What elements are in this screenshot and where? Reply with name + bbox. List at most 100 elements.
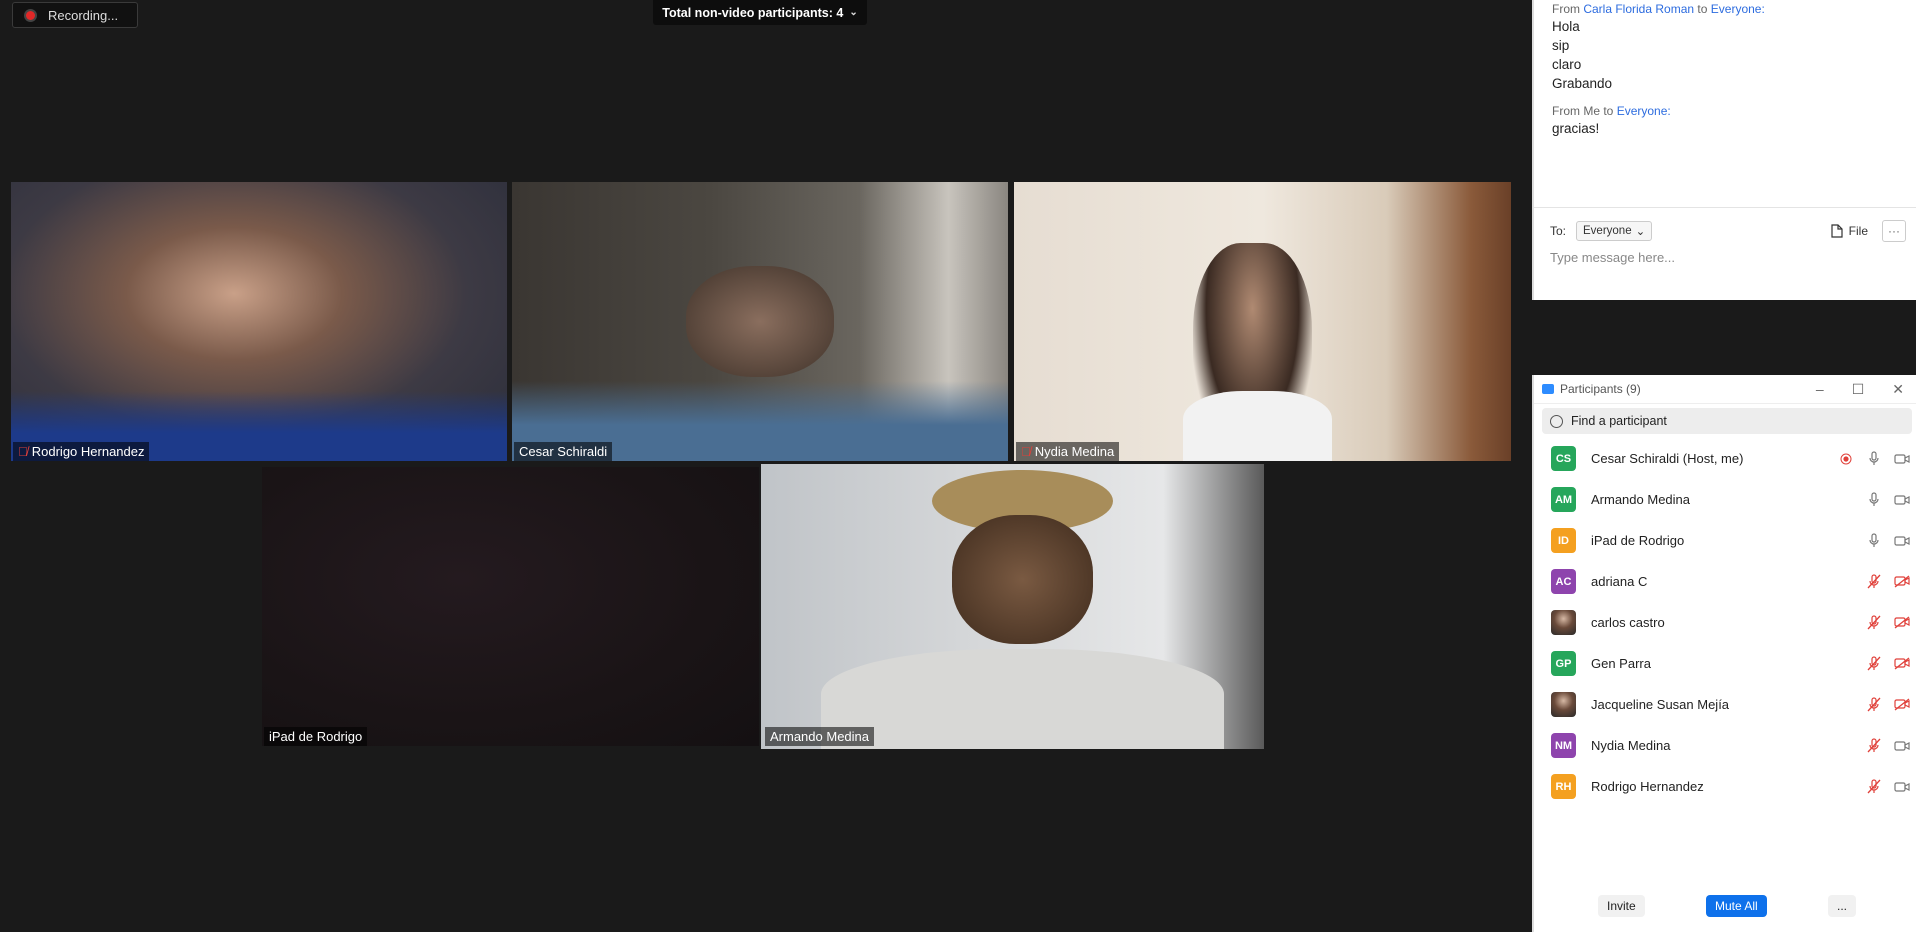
microphone-muted-icon[interactable] xyxy=(1866,779,1882,795)
video-camera-icon[interactable] xyxy=(1894,533,1910,549)
video-camera-off-icon[interactable] xyxy=(1894,656,1910,672)
participants-title-bar: Participants (9) – ☐ ✕ xyxy=(1534,375,1916,404)
video-tile-cesar-schiraldi[interactable]: Cesar Schiraldi xyxy=(512,182,1008,461)
file-label: File xyxy=(1848,224,1868,238)
participant-row[interactable]: GP Gen Parra xyxy=(1534,643,1916,684)
more-options-button[interactable]: ... xyxy=(1828,895,1857,917)
video-tile-ipad-de-rodrigo[interactable]: iPad de Rodrigo xyxy=(262,467,759,746)
microphone-icon[interactable] xyxy=(1866,492,1882,508)
avatar: CS xyxy=(1551,446,1576,471)
tile-name: Nydia Medina xyxy=(1034,444,1115,459)
chat-recipient-bar: To: Everyone ⌄ File ··· xyxy=(1550,220,1906,242)
chat-message-input[interactable]: Type message here... xyxy=(1550,250,1906,265)
participant-row[interactable]: NM Nydia Medina xyxy=(1534,725,1916,766)
to-label: To: xyxy=(1550,224,1567,238)
video-camera-off-icon[interactable] xyxy=(1894,574,1910,590)
participant-status-icons xyxy=(1866,779,1910,795)
participant-status-icons xyxy=(1866,697,1910,713)
to-word: to xyxy=(1697,2,1708,16)
video-tile-nydia-medina[interactable]: 🎙̸ Nydia Medina xyxy=(1014,182,1511,461)
recipient-link[interactable]: Everyone: xyxy=(1711,2,1765,16)
chat-message-header: From Carla Florida Roman to Everyone: xyxy=(1552,2,1908,16)
video-tile-rodrigo-hernandez[interactable]: 🎙̸ Rodrigo Hernandez xyxy=(11,182,507,461)
chat-message-line: gracias! xyxy=(1552,121,1600,136)
tile-name: Cesar Schiraldi xyxy=(519,444,608,459)
video-feed xyxy=(262,467,759,746)
video-camera-off-icon[interactable] xyxy=(1894,615,1910,631)
recording-dot-icon xyxy=(26,10,35,20)
recording-icon xyxy=(1838,451,1854,467)
avatar: AM xyxy=(1551,487,1576,512)
chat-message-line: sip xyxy=(1552,38,1570,53)
mute-all-button[interactable]: Mute All xyxy=(1706,895,1767,917)
zoom-logo-icon xyxy=(1542,384,1554,394)
search-placeholder: Find a participant xyxy=(1571,414,1667,428)
from-label: From xyxy=(1552,2,1580,16)
participants-list: CS Cesar Schiraldi (Host, me) AM Armando Me… xyxy=(1534,438,1916,807)
chat-message-line: Grabando xyxy=(1552,76,1613,91)
chat-messages: From Carla Florida Roman to Everyone: Ho… xyxy=(1552,0,1908,205)
face-shape xyxy=(952,515,1093,644)
tile-name: Rodrigo Hernandez xyxy=(31,444,145,459)
participant-name: iPad de Rodrigo xyxy=(1591,533,1685,548)
participant-search-input[interactable]: Find a participant xyxy=(1542,408,1912,434)
video-camera-icon[interactable] xyxy=(1894,738,1910,754)
participant-name: adriana C xyxy=(1591,574,1648,589)
participant-row[interactable]: AC adriana C xyxy=(1534,561,1916,602)
participant-status-icons xyxy=(1866,738,1910,754)
participant-row[interactable]: carlos castro xyxy=(1534,602,1916,643)
microphone-muted-icon[interactable] xyxy=(1866,656,1882,672)
microphone-muted-icon[interactable] xyxy=(1866,697,1882,713)
video-camera-icon[interactable] xyxy=(1894,492,1910,508)
shirt-shape xyxy=(1182,391,1333,461)
chevron-down-icon: ⌄ xyxy=(1635,226,1646,238)
participants-footer: Invite Mute All ... xyxy=(1534,894,1916,918)
microphone-icon[interactable] xyxy=(1866,451,1882,467)
microphone-muted-icon[interactable] xyxy=(1866,738,1882,754)
recording-indicator[interactable]: Recording... xyxy=(12,2,138,28)
window-controls: – ☐ ✕ xyxy=(1816,381,1916,398)
microphone-icon[interactable] xyxy=(1866,533,1882,549)
chat-message-line: Hola xyxy=(1552,19,1580,34)
microphone-muted-icon[interactable] xyxy=(1866,615,1882,631)
non-video-participants-label: Total non-video participants: 4 xyxy=(662,5,844,20)
chevron-down-icon: ⌄ xyxy=(849,7,858,18)
shirt-shape xyxy=(821,649,1224,749)
recording-label: Recording... xyxy=(48,7,119,23)
participant-name: Armando Medina xyxy=(1591,492,1690,507)
participant-row[interactable]: AM Armando Medina xyxy=(1534,479,1916,520)
chat-more-button[interactable]: ··· xyxy=(1882,220,1906,242)
participant-row[interactable]: ID iPad de Rodrigo xyxy=(1534,520,1916,561)
video-camera-off-icon[interactable] xyxy=(1894,697,1910,713)
chat-message-line: claro xyxy=(1552,57,1582,72)
avatar xyxy=(1551,610,1576,635)
microphone-muted-icon[interactable] xyxy=(1866,574,1882,590)
video-tile-armando-medina[interactable]: Armando Medina xyxy=(761,464,1264,749)
invite-button[interactable]: Invite xyxy=(1598,895,1645,917)
maximize-icon[interactable]: ☐ xyxy=(1852,381,1865,398)
tile-name-tag: Cesar Schiraldi xyxy=(514,442,613,461)
tile-name-tag: iPad de Rodrigo xyxy=(264,727,368,746)
participant-row[interactable]: CS Cesar Schiraldi (Host, me) xyxy=(1534,438,1916,479)
avatar: AC xyxy=(1551,569,1576,594)
recipient-link[interactable]: Everyone: xyxy=(1617,104,1671,118)
avatar: ID xyxy=(1551,528,1576,553)
divider xyxy=(1534,207,1916,208)
tile-name-tag: 🎙̸ Rodrigo Hernandez xyxy=(13,442,150,461)
recipient-value: Everyone xyxy=(1583,225,1632,237)
close-icon[interactable]: ✕ xyxy=(1892,381,1904,398)
non-video-participants-button[interactable]: Total non-video participants: 4 ⌄ xyxy=(653,0,867,25)
chat-panel: From Carla Florida Roman to Everyone: Ho… xyxy=(1532,0,1916,300)
from-label: From Me to xyxy=(1552,104,1614,118)
participants-panel: Participants (9) – ☐ ✕ Find a participan… xyxy=(1532,375,1916,932)
participant-row[interactable]: RH Rodrigo Hernandez xyxy=(1534,766,1916,807)
minimize-icon[interactable]: – xyxy=(1816,381,1824,398)
video-camera-icon[interactable] xyxy=(1894,779,1910,795)
video-camera-icon[interactable] xyxy=(1894,451,1910,467)
participant-name: Jacqueline Susan Mejía xyxy=(1591,697,1730,712)
recipient-dropdown[interactable]: Everyone ⌄ xyxy=(1576,221,1653,241)
file-button[interactable]: File xyxy=(1831,224,1868,238)
tile-name: Armando Medina xyxy=(770,729,869,744)
participant-row[interactable]: Jacqueline Susan Mejía xyxy=(1534,684,1916,725)
sender-link[interactable]: Carla Florida Roman xyxy=(1583,2,1694,16)
